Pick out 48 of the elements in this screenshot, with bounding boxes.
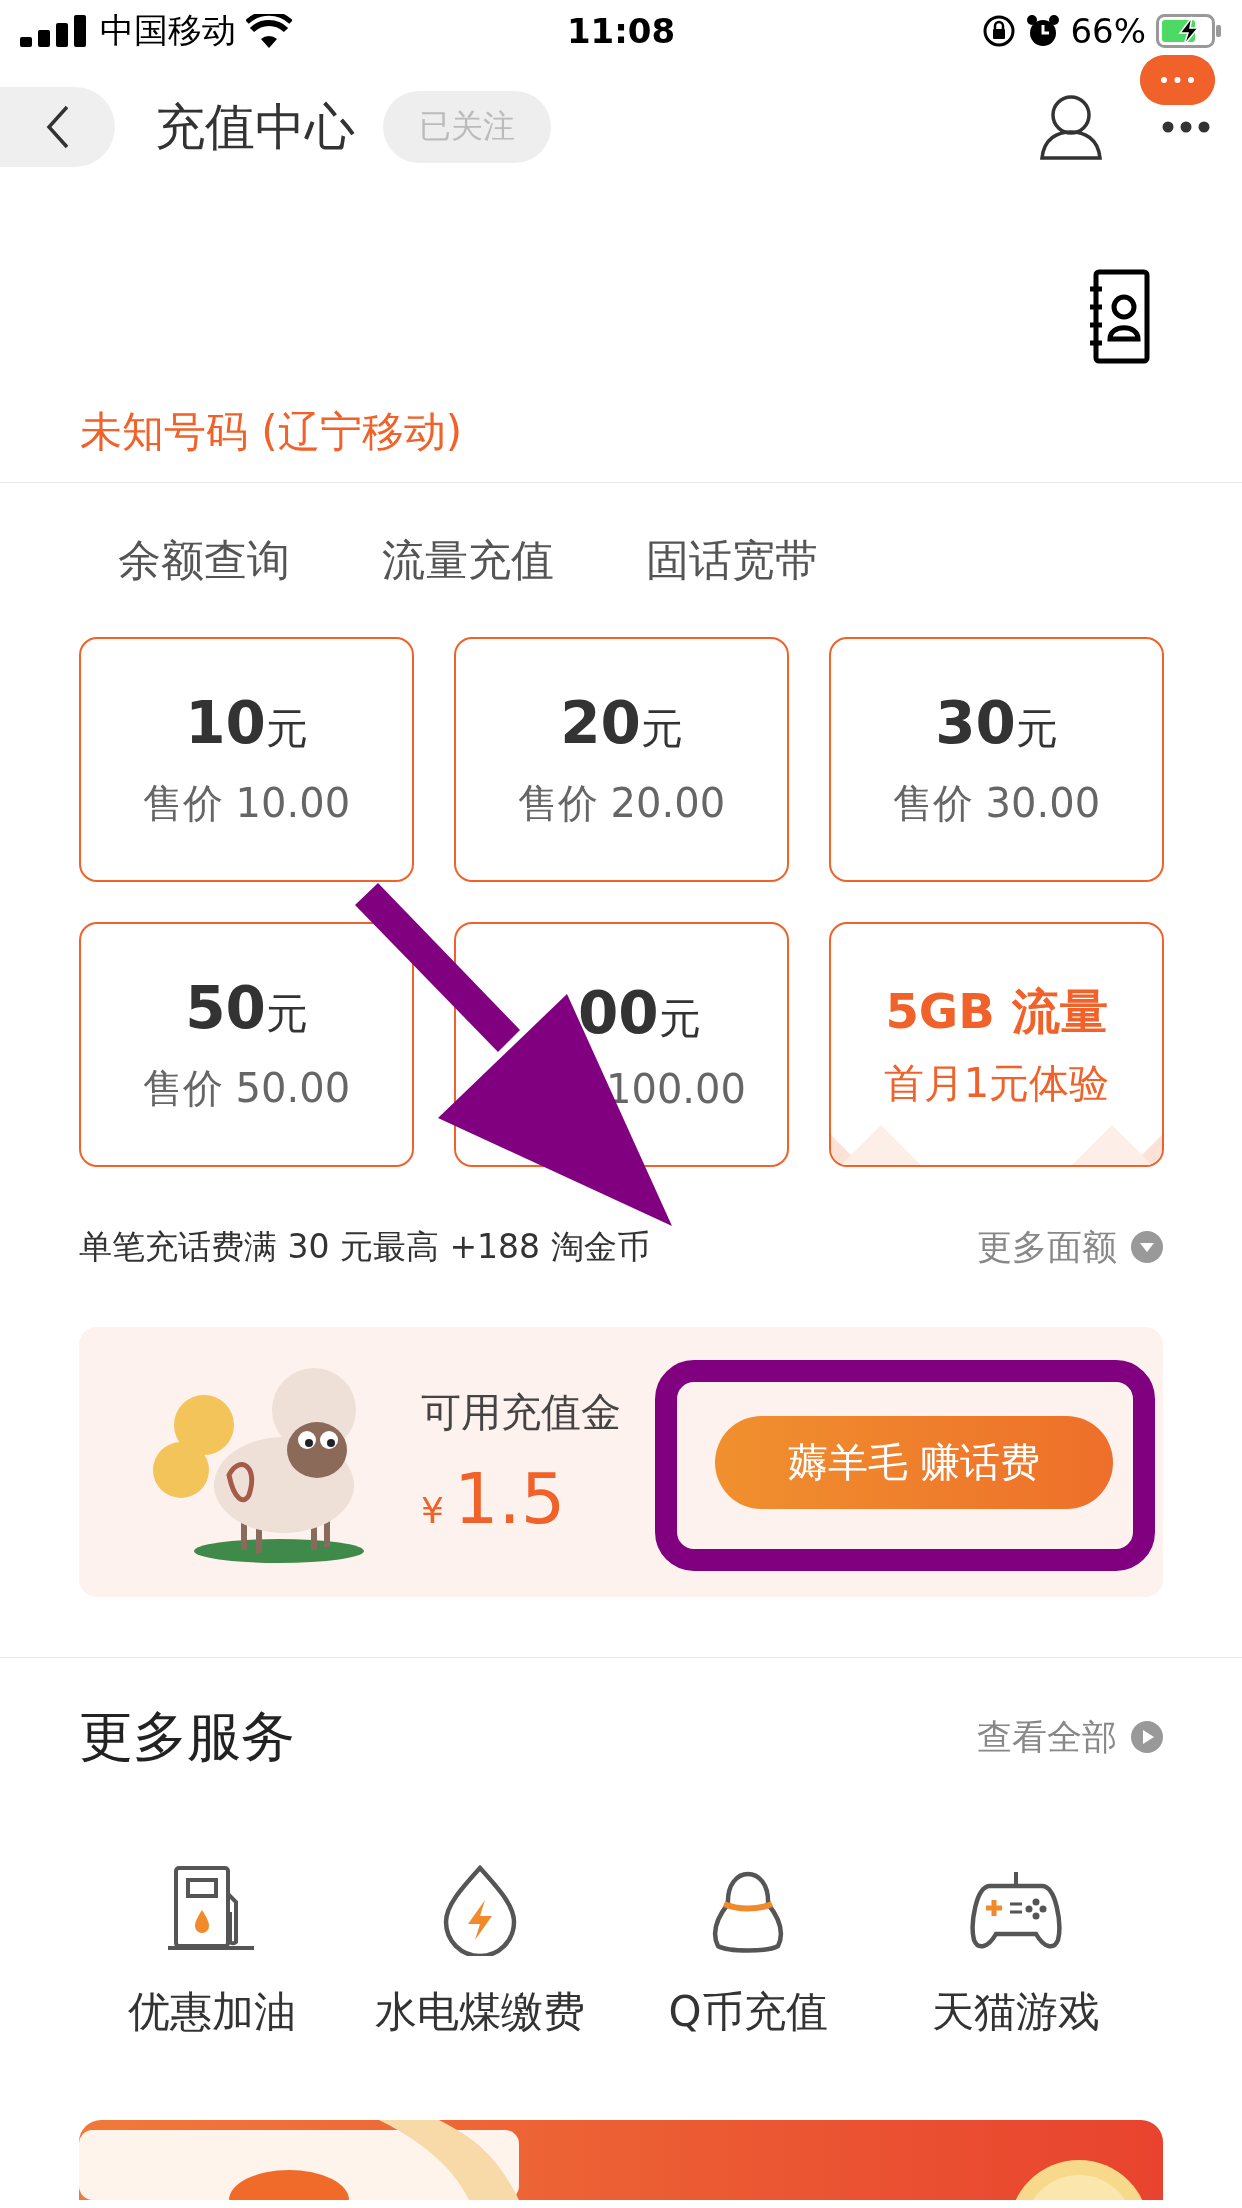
more-amounts-link[interactable]: 更多面额 (977, 1223, 1117, 1271)
corner-pattern-icon (1072, 1125, 1162, 1165)
sale-price: 售价 20.00 (517, 779, 726, 828)
service-link[interactable]: 余额查询 (118, 535, 290, 585)
sale-price: 售价 50.00 (142, 1064, 351, 1113)
currency-symbol: ¥ (421, 1489, 444, 1531)
alarm-icon (1026, 14, 1061, 48)
wifi-icon (246, 14, 292, 48)
sale-price: 100.00 (605, 1065, 746, 1112)
user-icon[interactable] (1040, 94, 1102, 160)
rotation-lock-icon (982, 14, 1017, 48)
status-time: 11:08 (566, 11, 676, 51)
amount-text: 30元 (935, 688, 1058, 759)
section-title: 更多服务 (79, 1703, 295, 1770)
battery-icon (1156, 14, 1222, 48)
dropdown-icon[interactable] (1131, 1231, 1163, 1263)
sale-price: 售价 30.00 (892, 779, 1101, 828)
amount-text: 00元 (577, 977, 701, 1049)
back-button[interactable] (0, 87, 115, 167)
sale-price: 售价 10.00 (142, 779, 351, 828)
back-icon (45, 105, 70, 149)
plan-subtitle: 首月1元体验 (883, 1059, 1110, 1108)
amount-text: 10元 (185, 688, 308, 759)
phone-carrier-label: 未知号码 (辽宁移动) (79, 406, 464, 458)
amount-option[interactable]: 10元 售价 10.00 (79, 637, 414, 882)
more-icon[interactable] (1162, 121, 1210, 133)
service-link[interactable]: 流量充值 (382, 535, 554, 585)
balance-amount: 1.5 (453, 1457, 566, 1540)
plan-title: 5GB 流量 (885, 982, 1108, 1041)
service-label[interactable]: 优惠加油 (128, 1984, 296, 2040)
carrier-name: 中国移动 (100, 9, 236, 52)
service-link[interactable]: 固话宽带 (646, 535, 818, 585)
amount-text: 50元 (185, 973, 308, 1044)
service-label[interactable]: 天猫游戏 (932, 1984, 1100, 2040)
balance-label: 可用充值金 (421, 1387, 622, 1437)
view-all-link[interactable]: 查看全部 (977, 1713, 1117, 1761)
amount-text: 20元 (560, 688, 683, 759)
amount-option[interactable]: 30元 售价 30.00 (829, 637, 1164, 882)
corner-pattern-icon (831, 1125, 921, 1165)
play-icon[interactable] (1131, 1721, 1163, 1753)
battery-percentage: 66% (1070, 11, 1146, 51)
amount-option[interactable]: 20元 售价 20.00 (454, 637, 789, 882)
contacts-icon[interactable] (1090, 269, 1150, 364)
promo-text: 单笔充话费满 30 元最高 +188 淘金币 (79, 1225, 650, 1268)
service-label[interactable]: 水电煤缴费 (375, 1984, 585, 2040)
message-badge-icon[interactable] (1140, 55, 1215, 105)
service-label[interactable]: Q币充值 (668, 1984, 828, 2040)
page-title: 充值中心 (155, 96, 355, 158)
